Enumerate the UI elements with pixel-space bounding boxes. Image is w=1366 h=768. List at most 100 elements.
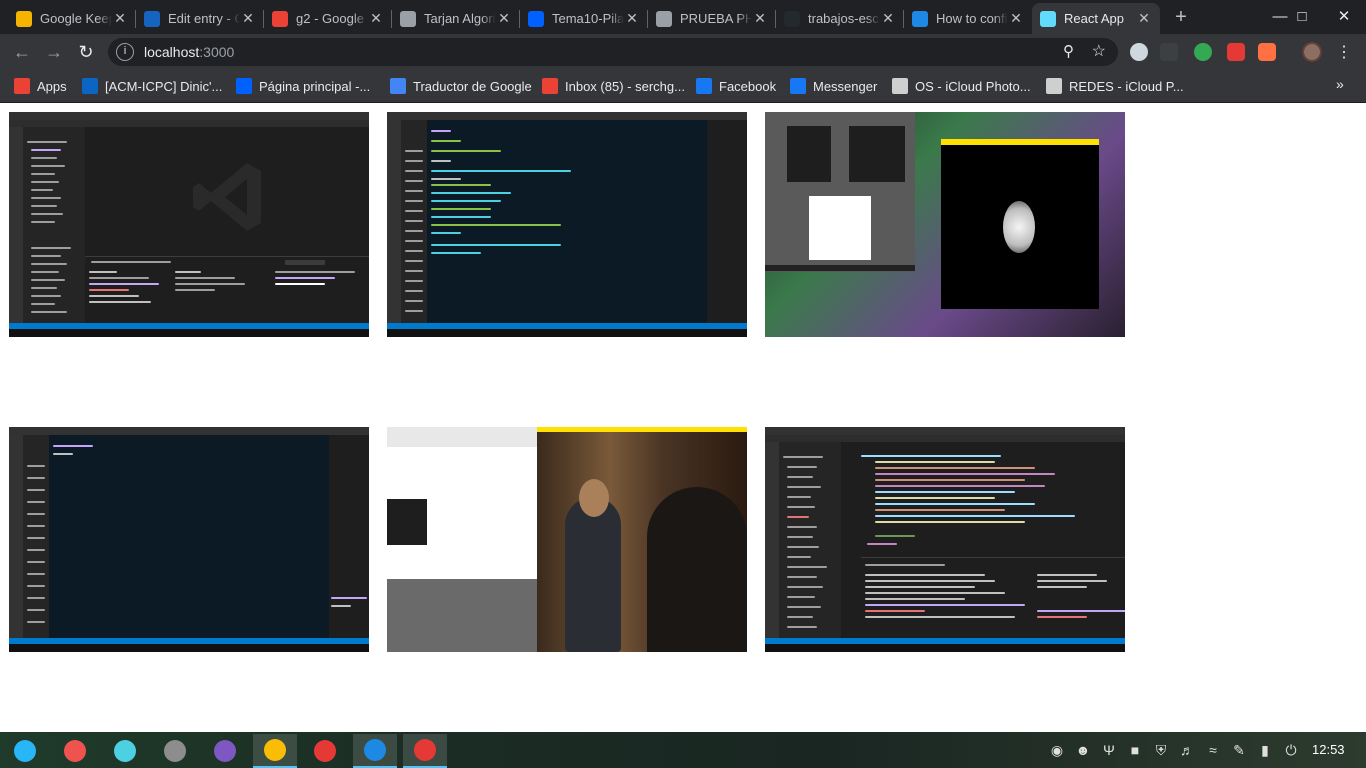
tab-close-icon[interactable]: ✕	[1008, 10, 1024, 27]
address-bar[interactable]: i localhost:3000 ⚲ ☆	[108, 38, 1118, 66]
chrome-menu-icon[interactable]: ⋮	[1336, 42, 1352, 62]
taskbar-app[interactable]	[53, 734, 97, 768]
tab-close-icon[interactable]: ✕	[496, 10, 512, 27]
bookmark-item[interactable]: REDES - iCloud P...	[1046, 76, 1184, 96]
bookmark-label: Apps	[37, 78, 67, 94]
tab-close-icon[interactable]: ✕	[112, 10, 128, 27]
taskbar-app[interactable]	[253, 734, 297, 768]
app-tray-icon[interactable]: ■	[1126, 742, 1144, 758]
tab-close-icon[interactable]: ✕	[368, 10, 384, 27]
battery-tray-icon[interactable]: ▮	[1256, 742, 1274, 759]
forward-button[interactable]: →	[40, 38, 68, 66]
tab-separator	[391, 10, 392, 28]
facebook-icon	[790, 78, 806, 94]
site-info-icon[interactable]: i	[116, 43, 134, 61]
desktop-area	[387, 579, 537, 652]
taskbar-clock[interactable]: 12:53	[1312, 742, 1345, 757]
tab-7[interactable]: trabajos-escolares✕	[776, 3, 904, 34]
github-icon	[784, 10, 800, 27]
tab-strip: Google Keep✕Edit entry - GitHub✕g2 - Goo…	[0, 0, 1366, 34]
globe-icon	[656, 10, 672, 27]
maximize-button[interactable]: □	[1280, 0, 1324, 34]
taskbar-app[interactable]	[3, 734, 47, 768]
tab-6[interactable]: PRUEBA PHP✕	[648, 3, 776, 34]
gallery-image[interactable]	[765, 427, 1125, 652]
monitor-icon	[214, 740, 236, 762]
zoom-icon[interactable]: ⚲	[1063, 42, 1074, 60]
bookmark-item[interactable]: Traductor de Google	[390, 76, 532, 96]
dropbox-icon	[528, 10, 544, 27]
tab-separator	[263, 10, 264, 28]
bookmark-item[interactable]: Inbox (85) - serchg...	[542, 76, 685, 96]
profile-avatar[interactable]	[1302, 42, 1322, 62]
f-icon	[912, 10, 928, 27]
vscode-activity-bar	[9, 435, 23, 638]
tab-separator	[775, 10, 776, 28]
power-tray-icon[interactable]: ⏻	[1282, 742, 1300, 759]
pip-extension-icon[interactable]	[1160, 43, 1178, 61]
tab-close-icon[interactable]: ✕	[1136, 10, 1152, 27]
tab-close-icon[interactable]: ✕	[880, 10, 896, 27]
pen-tray-icon[interactable]: ✎	[1230, 742, 1248, 759]
bookmark-label: Facebook	[719, 78, 777, 94]
tab-close-icon[interactable]: ✕	[752, 10, 768, 27]
bookmark-item[interactable]: Apps	[14, 76, 67, 96]
vscode-activity-bar	[387, 120, 401, 323]
tab-9[interactable]: React App ✕	[1032, 3, 1160, 34]
gallery-image[interactable]	[9, 427, 369, 652]
back-button[interactable]: ←	[8, 38, 36, 66]
bookmarks-bar: Apps [ACM-ICPC] Dinic'... Página principal…	[0, 70, 1366, 103]
tab-close-icon[interactable]: ✕	[624, 10, 640, 27]
shield-tray-icon[interactable]: ⛨	[1152, 742, 1170, 759]
taskbar-app[interactable]	[153, 734, 197, 768]
tab-3[interactable]: g2 - Google Drive✕	[264, 3, 392, 34]
bookmark-item[interactable]: OS - iCloud Photo...	[892, 76, 1031, 96]
close-window-button[interactable]: ✕	[1322, 0, 1366, 34]
usb-tray-icon[interactable]: Ψ	[1100, 742, 1118, 758]
volume-tray-icon[interactable]: ♬	[1178, 742, 1196, 758]
terminal-area	[427, 120, 707, 323]
bookmark-item[interactable]: Facebook	[696, 76, 776, 96]
vscode-titlebar	[9, 112, 369, 120]
url-text[interactable]: localhost:3000	[144, 44, 234, 60]
window-thumbnail	[809, 196, 871, 260]
wifi-tray-icon[interactable]: ≈	[1204, 742, 1222, 758]
reload-button[interactable]: ↻	[72, 38, 100, 66]
bookmarks-overflow-icon[interactable]: »	[1336, 76, 1344, 92]
bookmark-item[interactable]: [ACM-ICPC] Dinic'...	[82, 76, 222, 96]
bookmark-item[interactable]: Página principal -...	[236, 76, 370, 96]
taskbar-app[interactable]	[403, 734, 447, 768]
store-icon	[114, 740, 136, 762]
red-extension-icon[interactable]	[1227, 43, 1245, 61]
taskbar-app[interactable]	[303, 734, 347, 768]
gallery-image[interactable]	[387, 112, 747, 337]
tab-close-icon[interactable]: ✕	[240, 10, 256, 27]
taskbar-app[interactable]	[103, 734, 147, 768]
bookmark-label: REDES - iCloud P...	[1069, 78, 1184, 94]
taskbar-app[interactable]	[353, 734, 397, 768]
bookmark-item[interactable]: Messenger	[790, 76, 877, 96]
tab-2[interactable]: Edit entry - GitHub✕	[136, 3, 264, 34]
green-extension-icon[interactable]	[1194, 43, 1212, 61]
gallery-image[interactable]	[9, 112, 369, 337]
tab-4[interactable]: Tarjan Algorithm✕	[392, 3, 520, 34]
vscode-menubar	[9, 120, 369, 127]
gallery-image[interactable]	[765, 112, 1125, 337]
gallery-image[interactable]	[387, 427, 747, 652]
toggle-extension-icon[interactable]	[1258, 43, 1276, 61]
gallery-page	[0, 103, 1366, 732]
screen-recorder-icon	[64, 740, 86, 762]
tab-separator	[647, 10, 648, 28]
tab-5[interactable]: Tema10-Pilas ✕	[520, 3, 648, 34]
tab-8[interactable]: How to configure✕	[904, 3, 1032, 34]
chat-tray-icon[interactable]: ◉	[1048, 742, 1066, 759]
taskbar-app[interactable]	[203, 734, 247, 768]
react-icon	[1040, 10, 1056, 27]
new-tab-button[interactable]: +	[1170, 6, 1192, 28]
tab-1[interactable]: Google Keep ✕	[8, 3, 136, 34]
extension-icon[interactable]	[1130, 43, 1148, 61]
person-face	[579, 479, 609, 517]
vscode-terminal-panel	[85, 256, 369, 318]
bookmark-star-icon[interactable]: ☆	[1092, 41, 1106, 61]
discord-tray-icon[interactable]: ☻	[1074, 742, 1092, 758]
